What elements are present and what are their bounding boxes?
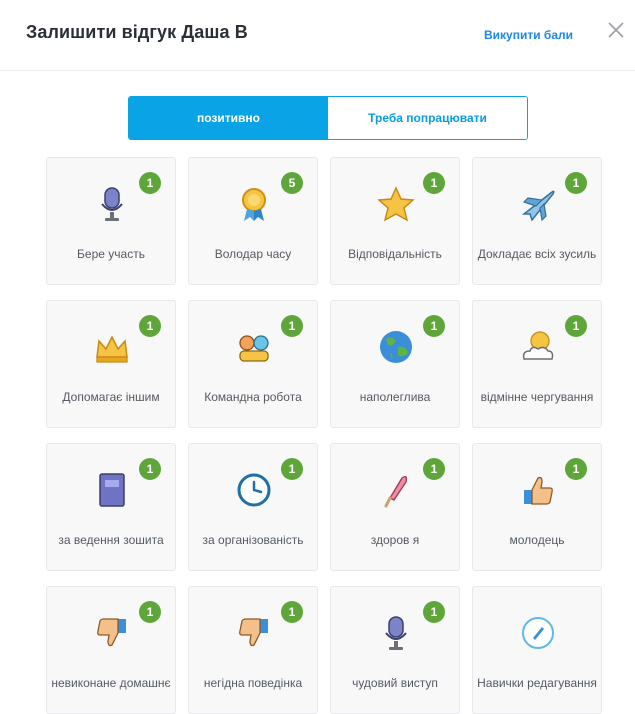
team-icon	[234, 327, 274, 367]
skill-card[interactable]: 1 Відповідальність	[330, 157, 460, 285]
count-badge: 1	[139, 315, 161, 337]
crown-icon	[92, 327, 132, 367]
skill-card[interactable]: 1 молодець	[472, 443, 602, 571]
count-badge: 5	[281, 172, 303, 194]
tab-needs-work[interactable]: Треба попрацювати	[328, 97, 527, 139]
skill-label: відмінне чергування	[480, 390, 594, 404]
skill-card[interactable]: 1 невиконане домашнє	[46, 586, 176, 714]
skill-card[interactable]: 1 наполеглива	[330, 300, 460, 428]
skill-label: Докладає всіх зусиль	[477, 247, 597, 261]
count-badge: 1	[423, 172, 445, 194]
skill-label: чудовий виступ	[352, 676, 438, 690]
modal-title: Залишити відгук Даша В	[26, 22, 248, 42]
skill-card[interactable]: 1 негідна поведінка	[188, 586, 318, 714]
skill-card[interactable]: 5 Володар часу	[188, 157, 318, 285]
globe-icon	[376, 327, 416, 367]
skill-label: Володар часу	[214, 247, 292, 261]
skill-label: за ведення зошита	[58, 533, 164, 547]
tab-positive[interactable]: позитивно	[129, 97, 328, 139]
skill-label: Навички редагування	[477, 676, 597, 690]
ice-cream-icon	[376, 470, 416, 510]
skill-label: здоров я	[370, 533, 420, 547]
redeem-points-link[interactable]: Викупити бали	[484, 28, 573, 42]
pencil-circle-icon	[518, 613, 558, 653]
notebook-icon	[92, 470, 132, 510]
microphone-icon	[376, 613, 416, 653]
skill-card[interactable]: 1 за організованість	[188, 443, 318, 571]
count-badge: 1	[423, 458, 445, 480]
thumbs-down-icon	[92, 613, 132, 653]
skill-label: Бере участь	[77, 247, 145, 261]
skill-card[interactable]: 1 за ведення зошита	[46, 443, 176, 571]
microphone-icon	[92, 184, 132, 224]
medal-icon	[234, 184, 274, 224]
skill-card[interactable]: 1 чудовий виступ	[330, 586, 460, 714]
skill-card[interactable]: 1 Бере участь	[46, 157, 176, 285]
count-badge: 1	[281, 458, 303, 480]
count-badge: 1	[139, 458, 161, 480]
thumbs-down-icon	[234, 613, 274, 653]
count-badge: 1	[565, 458, 587, 480]
skill-label: Відповідальність	[348, 247, 442, 261]
count-badge: 1	[423, 601, 445, 623]
count-badge: 1	[139, 172, 161, 194]
weather-icon	[518, 327, 558, 367]
star-icon	[376, 184, 416, 224]
skill-card[interactable]: 1 Допомагає іншим	[46, 300, 176, 428]
skill-label: молодець	[509, 533, 565, 547]
skill-label: наполеглива	[359, 390, 431, 404]
modal-header: Залишити відгук Даша В Викупити бали	[0, 0, 635, 71]
count-badge: 1	[281, 601, 303, 623]
airplane-icon	[518, 184, 558, 224]
count-badge: 1	[423, 315, 445, 337]
skill-label: невиконане домашнє	[51, 676, 171, 690]
skill-label: негідна поведінка	[203, 676, 303, 690]
skill-label: Допомагає іншим	[62, 390, 160, 404]
skill-card[interactable]: 1 здоров я	[330, 443, 460, 571]
close-icon[interactable]	[604, 18, 628, 42]
skill-card[interactable]: Навички редагування	[472, 586, 602, 714]
clock-icon	[234, 470, 274, 510]
count-badge: 1	[139, 601, 161, 623]
feedback-type-tabs: позитивно Треба попрацювати	[128, 96, 528, 140]
skill-card[interactable]: 1 Командна робота	[188, 300, 318, 428]
skill-label: за організованість	[202, 533, 304, 547]
count-badge: 1	[565, 172, 587, 194]
count-badge: 1	[281, 315, 303, 337]
skill-card[interactable]: 1 Докладає всіх зусиль	[472, 157, 602, 285]
count-badge: 1	[565, 315, 587, 337]
skill-card[interactable]: 1 відмінне чергування	[472, 300, 602, 428]
thumbs-up-icon	[518, 470, 558, 510]
skill-label: Командна робота	[204, 390, 302, 404]
